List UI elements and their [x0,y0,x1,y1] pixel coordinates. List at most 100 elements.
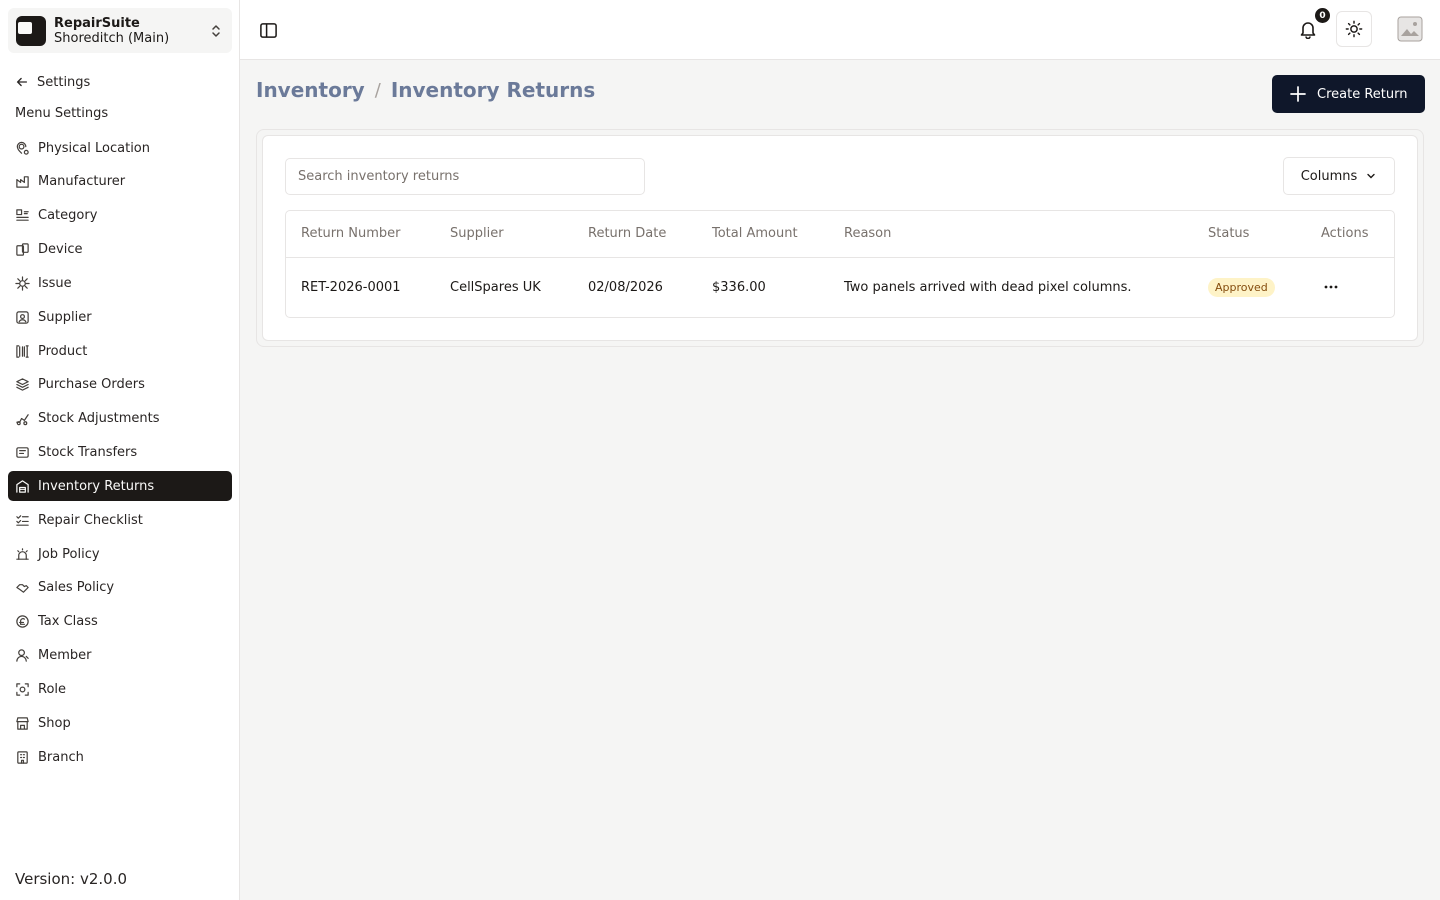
version-label: Version: v2.0.0 [15,870,128,888]
search-input[interactable] [285,158,645,195]
column-header[interactable]: Reason [829,211,1193,258]
user-icon [16,649,29,662]
more-horizontal-icon [1324,285,1338,289]
transfer-icon [16,447,29,458]
sidebar-item-label: Category [38,208,98,224]
sidebar-item-role[interactable]: Role [8,675,232,705]
panel-left-icon [259,22,277,38]
sidebar-item-job-policy[interactable]: Job Policy [8,539,232,569]
checklist-icon [16,514,29,526]
chevron-down-icon [1367,173,1375,179]
chevron-up-down-icon [212,24,220,37]
sidebar-item-label: Product [38,343,88,359]
sidebar-item-label: Tax Class [38,614,98,630]
factory-icon [16,176,29,189]
sidebar-item-label: Issue [38,275,72,291]
sidebar-item-sales-policy[interactable]: Sales Policy [8,573,232,603]
org-branch: Shoreditch (Main) [54,30,170,46]
handshake-icon [16,584,29,594]
adjust-icon [16,414,29,426]
column-header: Actions [1306,211,1394,258]
arrow-left-icon [16,77,28,87]
sidebar-item-supplier[interactable]: Supplier [8,302,232,332]
table-header-row: Return Number Supplier Return Date Total… [286,211,1394,258]
device-icon [16,243,29,256]
category-icon [16,209,29,221]
topbar: 0 [240,0,1440,60]
sidebar-item-manufacturer[interactable]: Manufacturer [8,167,232,197]
role-icon [16,683,29,696]
return-date-cell: 02/08/2026 [588,279,663,295]
column-header[interactable]: Total Amount [697,211,829,258]
warehouse-icon [16,480,29,493]
sidebar-item-label: Stock Transfers [38,445,138,461]
columns-label: Columns [1300,168,1358,184]
sidebar-item-label: Sales Policy [38,580,115,596]
plus-icon [1290,86,1306,102]
sidebar-item-inventory-returns[interactable]: Inventory Returns [8,471,232,502]
bell-icon [1300,22,1316,39]
sidebar-item-stock-adjustments[interactable]: Stock Adjustments [8,404,232,434]
building-icon [17,750,28,764]
sidebar-item-stock-transfers[interactable]: Stock Transfers [8,438,232,468]
org-logo [16,15,46,46]
sidebar-item-label: Repair Checklist [38,512,143,528]
org-switcher[interactable]: RepairSuite Shoreditch (Main) [8,8,232,53]
sidebar-item-label: Purchase Orders [38,377,145,393]
sidebar-item-label: Branch [38,749,84,765]
notification-count-badge: 0 [1315,8,1330,23]
back-to-settings-link[interactable]: Settings [15,72,90,92]
sidebar-item-issue[interactable]: Issue [8,268,232,298]
sidebar-item-category[interactable]: Category [8,201,232,231]
create-return-label: Create Return [1317,86,1408,102]
user-avatar[interactable] [1397,16,1423,42]
sidebar-item-label: Inventory Returns [38,478,155,494]
column-header[interactable]: Supplier [435,211,573,258]
sidebar-item-label: Physical Location [38,140,150,156]
sidebar-item-repair-checklist[interactable]: Repair Checklist [8,505,232,535]
table-row[interactable]: RET-2026-0001 CellSpares UK 02/08/2026 $… [286,257,1394,317]
sidebar-item-label: Manufacturer [38,174,126,190]
reason-cell: Two panels arrived with dead pixel colum… [844,279,1132,295]
sidebar-item-label: Shop [38,715,71,731]
column-header[interactable]: Return Number [286,211,435,258]
sidebar-item-tax-class[interactable]: Tax Class [8,607,232,637]
settings-nav: Physical Location Manufacturer Category Dev… [8,133,232,776]
store-icon [16,717,29,730]
total-amount-cell: $336.00 [712,279,766,295]
theme-toggle-button[interactable] [1336,11,1372,47]
row-actions-button[interactable] [1321,277,1341,297]
return-number-cell: RET-2026-0001 [301,279,401,295]
column-header[interactable]: Return Date [573,211,697,258]
siren-icon [16,547,29,560]
location-icon [16,141,29,155]
sidebar-item-label: Member [38,648,92,664]
sidebar-item-shop[interactable]: Shop [8,708,232,738]
sidebar-item-purchase-orders[interactable]: Purchase Orders [8,370,232,400]
sidebar-item-label: Supplier [38,309,92,325]
sidebar-item-label: Job Policy [38,546,100,562]
supplier-icon [16,310,29,324]
barcode-icon [16,344,29,358]
status-badge: Approved [1208,277,1275,297]
columns-dropdown-button[interactable]: Columns [1283,157,1395,195]
column-header[interactable]: Status [1193,211,1306,258]
sidebar-item-product[interactable]: Product [8,336,232,366]
org-name: RepairSuite [54,15,140,31]
breadcrumb-parent[interactable]: Inventory [256,78,365,102]
sidebar-toggle-button[interactable] [257,19,279,41]
create-return-button[interactable]: Create Return [1272,75,1425,113]
currency-icon [16,615,29,629]
back-link-label: Settings [37,74,91,90]
sidebar-item-branch[interactable]: Branch [8,742,232,772]
sidebar-item-physical-location[interactable]: Physical Location [8,133,232,163]
bug-icon [15,276,30,291]
sun-icon [1345,20,1363,38]
supplier-cell: CellSpares UK [450,279,541,295]
sidebar-item-label: Stock Adjustments [38,411,160,427]
breadcrumb-current: Inventory Returns [390,78,596,102]
sidebar: RepairSuite Shoreditch (Main) Settings M… [0,0,240,900]
sidebar-item-device[interactable]: Device [8,235,232,265]
menu-settings-heading: Menu Settings [15,106,109,121]
sidebar-item-member[interactable]: Member [8,641,232,671]
